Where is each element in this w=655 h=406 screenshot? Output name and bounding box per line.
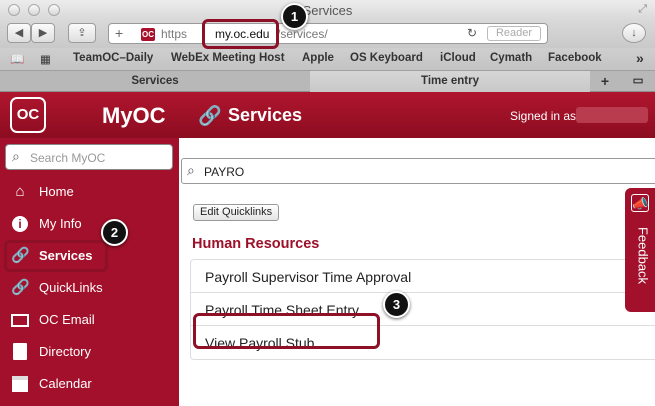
more-bookmarks-icon[interactable]: »: [636, 50, 644, 66]
sidebar-item-oc-email[interactable]: OC Email: [0, 304, 179, 334]
services-search-value: PAYRO: [204, 165, 245, 179]
top-sites-icon[interactable]: ▦: [40, 52, 51, 66]
username-redacted: [576, 107, 648, 123]
home-icon: ⌂: [15, 183, 25, 200]
fullscreen-icon[interactable]: ⤢: [638, 3, 647, 16]
sidebar: ⌕ Search MyOC ⌂ Home i My Info 🔗 Service…: [0, 138, 179, 406]
sidebar-item-label: OC Email: [39, 312, 95, 327]
sidebar-item-home[interactable]: ⌂ Home: [0, 176, 179, 206]
signed-in-label: Signed in as: [510, 109, 577, 123]
calendar-icon: [11, 375, 29, 393]
link-icon: 🔗: [11, 279, 30, 296]
bookmark-cymath[interactable]: Cymath: [490, 52, 532, 64]
forward-button[interactable]: ▶: [31, 23, 55, 43]
tab-bar: Services Time entry + ▭: [0, 70, 655, 92]
list-item-payroll-supervisor[interactable]: Payroll Supervisor Time Approval: [191, 260, 655, 293]
reload-icon[interactable]: ↻: [467, 26, 477, 40]
reader-button[interactable]: Reader: [487, 26, 541, 41]
bookmark-webex[interactable]: WebEx Meeting Host: [171, 52, 285, 64]
megaphone-icon: 📣: [631, 194, 649, 212]
list-item-label: Payroll Supervisor Time Approval: [205, 269, 412, 285]
sidebar-item-label: My Info: [39, 216, 82, 231]
callout-badge-2: 2: [101, 219, 128, 246]
bookmark-facebook[interactable]: Facebook: [548, 52, 602, 64]
sidebar-item-label: Directory: [39, 344, 92, 359]
address-bar[interactable]: + OC https my.oc.edu /services/ ↻ Reader: [108, 23, 548, 44]
reading-list-icon[interactable]: 📖: [10, 52, 24, 66]
callout-highlight-url: [202, 19, 279, 49]
new-tab-button[interactable]: +: [590, 71, 620, 92]
main-content: ⌕ PAYRO Edit Quicklinks Human Resources …: [179, 138, 655, 406]
search-icon: ⌕: [187, 162, 195, 178]
search-icon: ⌕: [12, 148, 20, 164]
feedback-tab[interactable]: 📣 Feedback: [625, 188, 655, 312]
edit-quicklinks-button[interactable]: Edit Quicklinks: [193, 204, 280, 221]
services-search-input[interactable]: ⌕ PAYRO: [181, 158, 655, 184]
share-button[interactable]: ⇪: [68, 23, 96, 43]
mail-icon: [11, 311, 29, 329]
feedback-label: Feedback: [635, 226, 651, 285]
page-title: Services: [228, 105, 303, 125]
address-book-icon: [11, 343, 29, 361]
sidebar-item-my-info[interactable]: i My Info: [0, 208, 179, 238]
sidebar-item-label: Calendar: [39, 376, 92, 391]
callout-badge-1: 1: [281, 3, 308, 30]
callout-highlight-time-sheet: [193, 313, 380, 349]
site-favicon-icon: OC: [141, 28, 155, 41]
url-path: /services/: [277, 27, 328, 41]
bookmark-icloud[interactable]: iCloud: [440, 52, 476, 64]
section-title: Human Resources: [192, 236, 320, 252]
callout-highlight-services: [4, 240, 108, 272]
add-bookmark-icon[interactable]: +: [115, 25, 123, 41]
app-header: OC MyOC 🔗 Services Signed in as: [0, 92, 655, 138]
tab-services[interactable]: Services: [0, 71, 310, 92]
sidebar-item-directory[interactable]: Directory: [0, 336, 179, 366]
tab-time-entry[interactable]: Time entry: [310, 71, 590, 92]
download-button[interactable]: ↓: [622, 23, 646, 43]
sidebar-item-quicklinks[interactable]: 🔗 QuickLinks: [0, 272, 179, 302]
sidebar-item-calendar[interactable]: Calendar: [0, 368, 179, 398]
window-titlebar: Services ⤢: [0, 0, 655, 20]
link-icon: 🔗: [198, 106, 222, 127]
back-button[interactable]: ◀: [7, 23, 31, 43]
tab-overview-icon[interactable]: ▭: [624, 71, 652, 92]
bookmark-apple[interactable]: Apple: [302, 52, 334, 64]
callout-badge-3: 3: [383, 291, 410, 318]
sidebar-item-label: Home: [39, 184, 74, 199]
browser-toolbar: ◀ ▶ ⇪ + OC https my.oc.edu /services/ ↻ …: [0, 20, 655, 48]
window-title: Services: [302, 3, 353, 18]
sidebar-item-label: QuickLinks: [39, 280, 103, 295]
bookmark-os-keyboard[interactable]: OS Keyboard: [350, 52, 423, 64]
oc-logo[interactable]: OC: [10, 97, 46, 133]
url-scheme: https: [161, 27, 188, 41]
info-icon: i: [11, 215, 29, 233]
bookmarks-bar: 📖 ▦ TeamOC–Daily WebEx Meeting Host Appl…: [0, 48, 655, 70]
app-title[interactable]: MyOC: [102, 103, 166, 129]
bookmark-teamoc[interactable]: TeamOC–Daily: [73, 52, 153, 64]
sidebar-search-placeholder: Search MyOC: [30, 151, 106, 165]
sidebar-search-input[interactable]: ⌕ Search MyOC: [5, 144, 173, 170]
